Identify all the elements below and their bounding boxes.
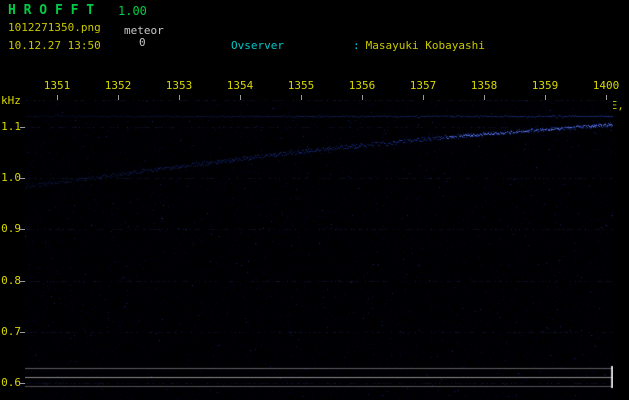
meteor-count: 0 bbox=[139, 36, 146, 49]
time-tick-mark bbox=[423, 95, 424, 100]
time-tick-label: 1354 bbox=[226, 79, 254, 92]
freq-tick-label: 0.9 bbox=[1, 222, 21, 236]
output-filename: 1012271350.png bbox=[8, 21, 101, 34]
time-tick-label: 1352 bbox=[104, 79, 132, 92]
time-tick-mark bbox=[606, 95, 607, 100]
datetime: 10.12.27 13:50 bbox=[8, 39, 101, 52]
time-tick-mark bbox=[362, 95, 363, 100]
time-tick-mark bbox=[57, 95, 58, 100]
freq-tick-mark bbox=[20, 383, 25, 384]
time-tick-mark bbox=[484, 95, 485, 100]
info-label: Ovserver bbox=[230, 39, 284, 52]
freq-tick-mark bbox=[20, 178, 25, 180]
info-colon: : bbox=[352, 39, 360, 52]
time-tick-mark bbox=[301, 95, 302, 100]
freq-tick-label: 0.7 bbox=[1, 324, 21, 338]
info-row-observer: Ovserver: Masayuki Kobayashi bbox=[178, 28, 629, 64]
time-tick-label: 1359 bbox=[531, 79, 559, 92]
freq-tick-label: 0.8 bbox=[1, 273, 21, 287]
time-tick-label: 1355 bbox=[287, 79, 315, 92]
info-value: Masayuki Kobayashi bbox=[365, 39, 485, 52]
time-tick-label: 1351 bbox=[43, 79, 71, 92]
freq-tick-label: 0.6 bbox=[1, 376, 21, 389]
spectrogram-canvas bbox=[25, 100, 613, 400]
time-tick-label: 1358 bbox=[470, 79, 498, 92]
app-title: H R O F F T bbox=[8, 3, 95, 18]
freq-tick-label: 1.1 bbox=[1, 120, 21, 133]
time-tick-mark bbox=[240, 95, 241, 100]
freq-tick-label: 1.0 bbox=[1, 171, 21, 185]
freq-tick-mark bbox=[20, 331, 25, 333]
time-tick-label: 1400 bbox=[592, 79, 620, 92]
time-tick-label: 1357 bbox=[409, 79, 437, 92]
time-tick-mark bbox=[179, 95, 180, 100]
time-tick-label: 1356 bbox=[348, 79, 376, 92]
time-tick-label: 1353 bbox=[165, 79, 193, 92]
app-version: 1.00 bbox=[118, 4, 147, 18]
freq-tick-mark bbox=[20, 229, 25, 231]
freq-unit-label: kHz bbox=[1, 94, 21, 107]
freq-tick-mark bbox=[20, 127, 25, 128]
time-tick-mark bbox=[118, 95, 119, 100]
hrofft-screen: H R O F F T 1.00 1012271350.png meteor 0… bbox=[0, 0, 629, 400]
freq-tick-mark bbox=[20, 280, 25, 282]
time-tick-mark bbox=[545, 95, 546, 100]
